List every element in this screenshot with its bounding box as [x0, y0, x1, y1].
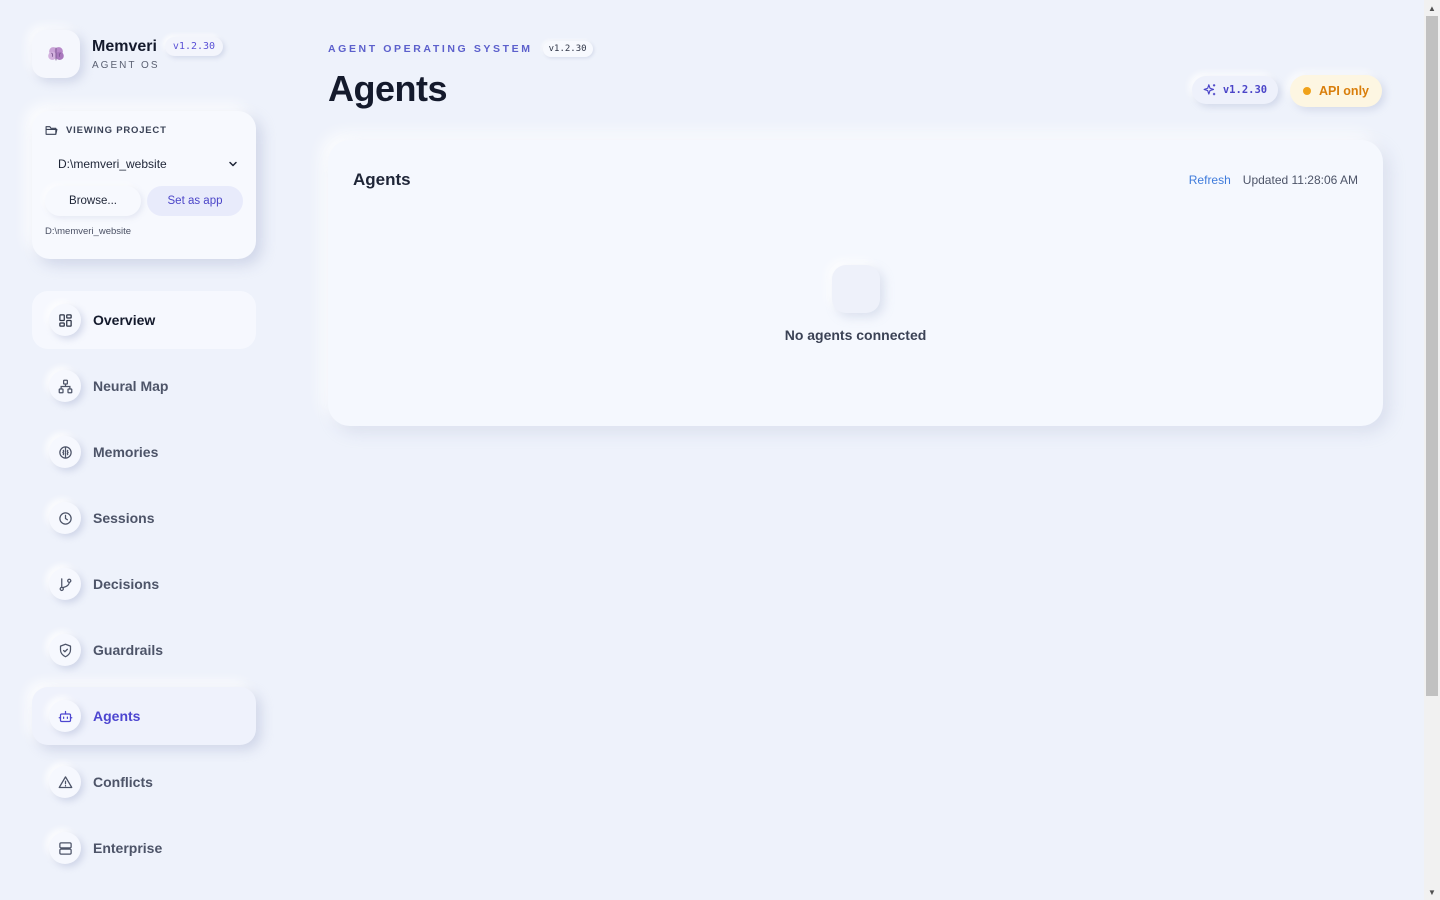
sidebar-item-label: Neural Map	[93, 378, 169, 394]
status-badge: API only	[1290, 75, 1382, 107]
chevron-down-icon	[229, 161, 237, 167]
sidebar-item-neural-map[interactable]: Neural Map	[32, 357, 256, 415]
scrollbar[interactable]: ▲ ▼	[1424, 0, 1440, 900]
sidebar-item-label: Decisions	[93, 576, 160, 592]
page-title: Agents	[328, 68, 448, 109]
brand-subtitle: AGENT OS	[92, 60, 160, 71]
clock-icon	[49, 502, 81, 534]
card-title: Agents	[353, 170, 411, 189]
sidebar-item-label: Conflicts	[93, 774, 153, 790]
git-branch-icon	[49, 568, 81, 600]
shield-icon	[49, 634, 81, 666]
browse-button[interactable]: Browse...	[45, 186, 141, 216]
empty-state-message: No agents connected	[784, 327, 927, 343]
agents-card: Agents Refresh Updated 11:28:06 AM No ag…	[328, 140, 1383, 426]
version-badge: v1.2.30	[1192, 76, 1278, 104]
server-icon	[49, 832, 81, 864]
sidebar-item-label: Enterprise	[93, 840, 163, 856]
sidebar-item-label: Sessions	[93, 510, 155, 526]
eyebrow-text: AGENT OPERATING SYSTEM	[328, 43, 533, 55]
sidebar-item-overview[interactable]: Overview	[32, 291, 256, 349]
sidebar-item-guardrails[interactable]: Guardrails	[32, 621, 256, 679]
folder-icon	[45, 126, 58, 135]
project-heading: VIEWING PROJECT	[66, 125, 167, 136]
eyebrow-version-badge: v1.2.30	[542, 41, 593, 57]
project-select[interactable]: D:\memveri_website	[45, 148, 243, 180]
brand-name: Memveri	[92, 37, 157, 55]
scroll-up-icon[interactable]: ▲	[1424, 0, 1440, 16]
sidebar-item-sessions[interactable]: Sessions	[32, 489, 256, 547]
set-as-app-button[interactable]: Set as app	[147, 186, 243, 216]
empty-state-icon	[832, 265, 880, 313]
sparkles-icon	[1203, 84, 1216, 96]
status-dot-icon	[1302, 87, 1311, 95]
sidebar-item-memories[interactable]: Memories	[32, 423, 256, 481]
version-badge-text: v1.2.30	[1222, 84, 1268, 96]
network-icon	[49, 370, 81, 402]
sidebar-item-enterprise[interactable]: Enterprise	[32, 819, 256, 877]
status-badge-text: API only	[1318, 84, 1369, 98]
sidebar-item-label: Overview	[93, 312, 156, 328]
project-card: VIEWING PROJECT D:\memveri_website Brows…	[32, 111, 256, 259]
warning-icon	[49, 766, 81, 798]
sidebar-item-conflicts[interactable]: Conflicts	[32, 753, 256, 811]
scroll-down-icon[interactable]: ▼	[1424, 884, 1440, 900]
project-path: D:\memveri_website	[45, 226, 132, 237]
sidebar-item-label: Memories	[93, 444, 159, 460]
sidebar: Memveri v1.2.30 AGENT OS VIEWING PROJECT…	[0, 0, 290, 900]
bot-icon	[49, 700, 81, 732]
sidebar-item-decisions[interactable]: Decisions	[32, 555, 256, 613]
brand: Memveri v1.2.30 AGENT OS	[32, 30, 224, 78]
scrollbar-thumb[interactable]	[1426, 16, 1438, 696]
eyebrow: AGENT OPERATING SYSTEM v1.2.30	[328, 41, 593, 57]
brain-icon	[32, 30, 80, 78]
project-select-value: D:\memveri_website	[58, 157, 167, 171]
updated-timestamp: Updated 11:28:06 AM	[1242, 173, 1358, 187]
sidebar-item-agents[interactable]: Agents	[32, 687, 256, 745]
sidebar-item-label: Guardrails	[93, 642, 164, 658]
brand-version-badge: v1.2.30	[164, 37, 224, 56]
brain-icon	[49, 436, 81, 468]
refresh-button[interactable]: Refresh	[1189, 173, 1231, 187]
sidebar-item-label: Agents	[93, 708, 141, 724]
grid-icon	[49, 304, 81, 336]
